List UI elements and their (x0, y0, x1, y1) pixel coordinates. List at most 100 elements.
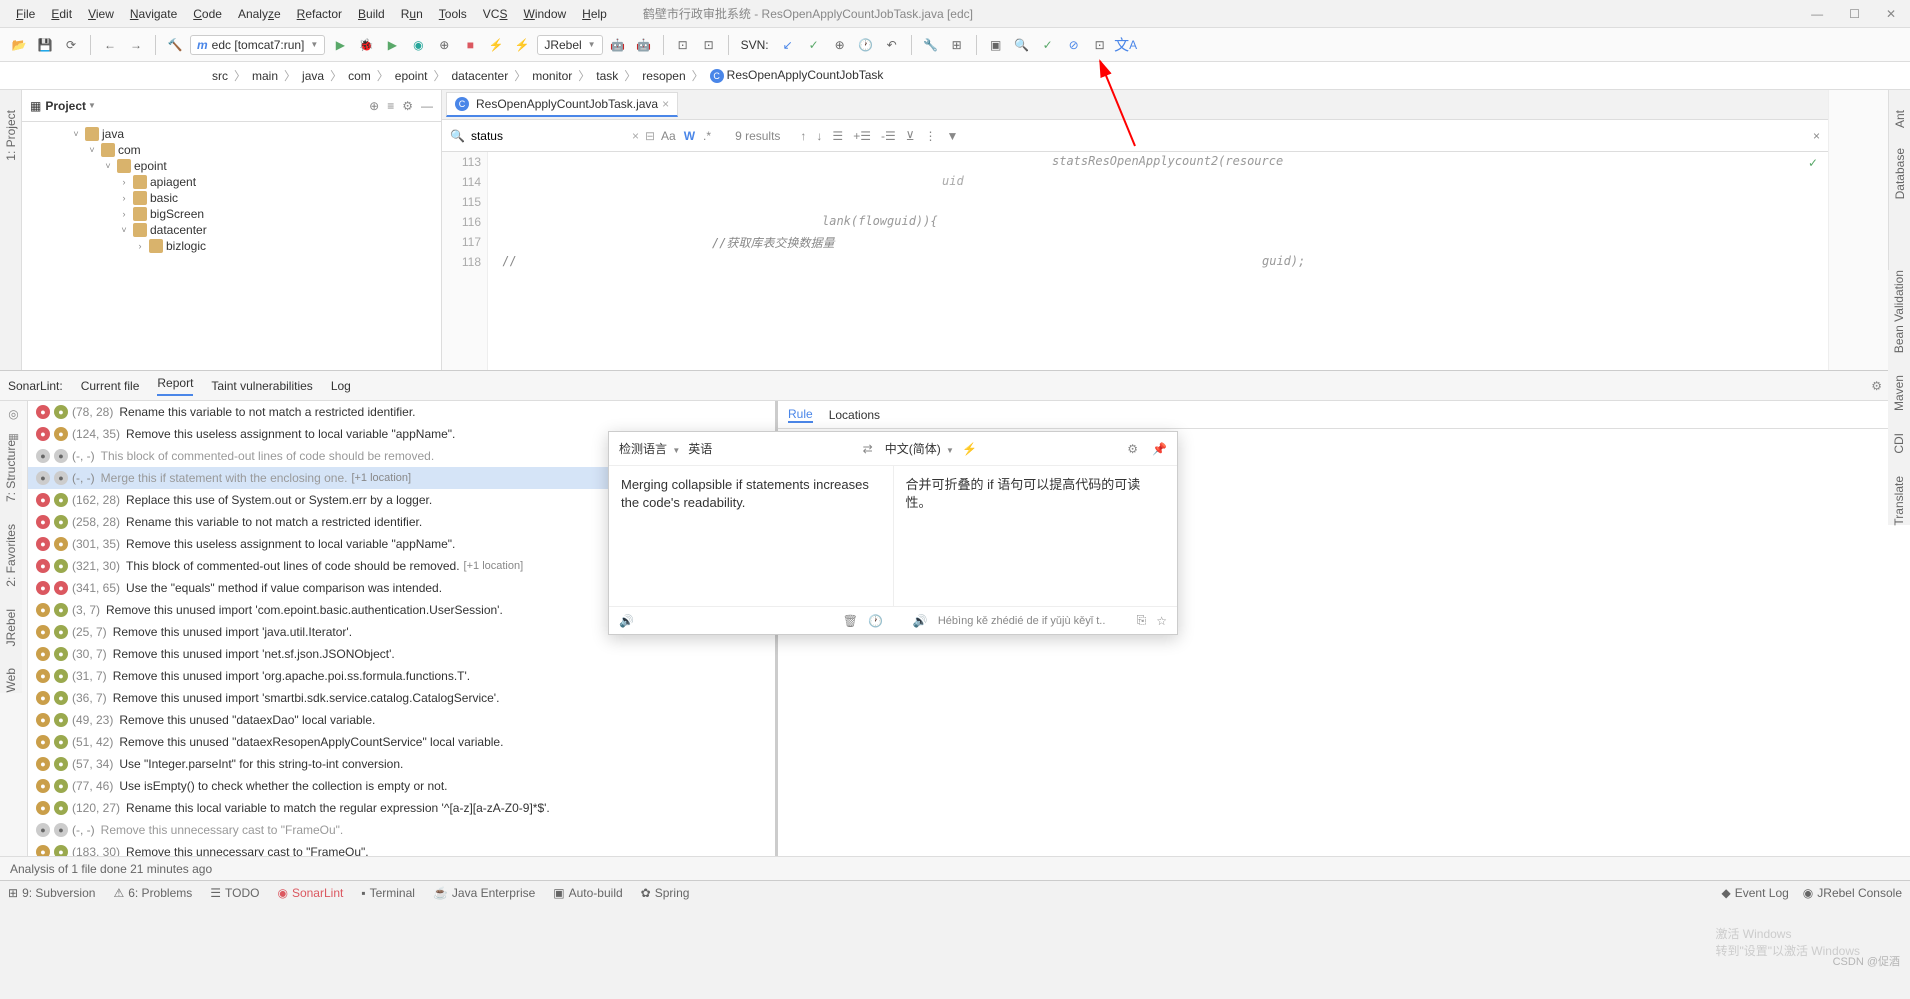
jrebel-selector[interactable]: JRebel ▼ (537, 35, 602, 55)
svn-log-icon[interactable]: 🕐 (855, 34, 877, 56)
menu-run[interactable]: Run (393, 3, 431, 25)
editor-code[interactable]: 113114115116117118 ✓ statsResOpenApplyco… (442, 152, 1828, 370)
menu-view[interactable]: View (80, 3, 122, 25)
speaker-dst-icon[interactable]: 🔊 (913, 614, 928, 628)
issue-row[interactable]: ●●(183, 30)Remove this unnecessary cast … (28, 841, 775, 856)
source-text[interactable]: Merging collapsible if statements increa… (609, 466, 894, 606)
clear-search-icon[interactable]: × (632, 129, 639, 143)
tree-item[interactable]: ›apiagent (22, 174, 441, 190)
hide-icon[interactable]: — (421, 99, 433, 113)
menu-vcs[interactable]: VCS (475, 3, 516, 25)
attach-icon[interactable]: ⊕ (433, 34, 455, 56)
tree-item[interactable]: ›basic (22, 190, 441, 206)
close-tab-icon[interactable]: × (662, 97, 669, 111)
breadcrumb-item[interactable]: datacenter (447, 69, 512, 83)
toolwindow-translate[interactable]: Translate (1892, 476, 1906, 526)
add-selection-icon[interactable]: +☰ (853, 129, 871, 143)
menu-code[interactable]: Code (185, 3, 230, 25)
bolt-icon[interactable]: ⚡ (962, 442, 977, 456)
profile-icon[interactable]: ◉ (407, 34, 429, 56)
issue-row[interactable]: ●●(57, 34)Use "Integer.parseInt" for thi… (28, 753, 775, 775)
speaker-src-icon[interactable]: 🔊 (619, 614, 634, 628)
tab-report[interactable]: Report (157, 376, 193, 396)
sb-sonarlint[interactable]: ◉ SonarLint (277, 886, 343, 900)
fullscreen-icon[interactable]: ▣ (985, 34, 1007, 56)
git1-icon[interactable]: 🤖 (607, 34, 629, 56)
sb-eventlog[interactable]: ◆ Event Log (1722, 886, 1789, 900)
more-icon[interactable]: ⋮ (925, 129, 937, 143)
deny-icon[interactable]: ⊘ (1063, 34, 1085, 56)
save-icon[interactable]: 💾 (34, 34, 56, 56)
editor-tab[interactable]: C ResOpenApplyCountJobTask.java × (446, 92, 678, 117)
gear-icon[interactable]: ⚙ (1127, 442, 1138, 456)
sb-subversion[interactable]: ⊞ 9: Subversion (8, 886, 95, 900)
breadcrumb-item[interactable]: resopen (638, 69, 689, 83)
build-icon[interactable]: 🔨 (164, 34, 186, 56)
copy-icon[interactable]: ⎘ (1137, 613, 1147, 628)
toolwindow-maven[interactable]: Maven (1892, 375, 1906, 411)
project-tree[interactable]: ˅java˅com˅epoint›apiagent›basic›bigScree… (22, 122, 441, 370)
issue-row[interactable]: ●●(36, 7)Remove this unused import 'smar… (28, 687, 775, 709)
menu-analyze[interactable]: Analyze (230, 3, 289, 25)
detect-lang-button[interactable]: 检测语言 ▼ (619, 440, 680, 457)
jrebel1-icon[interactable]: ⚡ (485, 34, 507, 56)
menu-navigate[interactable]: Navigate (122, 3, 185, 25)
close-search-icon[interactable]: × (1813, 129, 1820, 143)
toolwindow-ant[interactable]: Ant (1893, 110, 1907, 128)
sb-jrebel[interactable]: ◉ JRebel Console (1803, 886, 1902, 900)
breadcrumb-item[interactable]: CResOpenApplyCountJobTask (706, 68, 888, 83)
tree-item[interactable]: ›bizlogic (22, 238, 441, 254)
toolwindow-project[interactable]: 1: Project (4, 110, 18, 161)
debug-icon[interactable]: 🐞 (355, 34, 377, 56)
translate-icon[interactable]: 文A (1115, 34, 1137, 56)
issue-row[interactable]: ●●(120, 27)Rename this local variable to… (28, 797, 775, 819)
run-config-selector[interactable]: m edc [tomcat7:run] ▼ (190, 35, 325, 55)
issue-row[interactable]: ●●(49, 23)Remove this unused "dataexDao"… (28, 709, 775, 731)
changes-icon[interactable]: ⊡ (698, 34, 720, 56)
stop-icon[interactable]: ■ (459, 34, 481, 56)
svn-revert-icon[interactable]: ↶ (881, 34, 903, 56)
toolwindow-database[interactable]: Database (1893, 148, 1907, 199)
svn-history-icon[interactable]: ⊕ (829, 34, 851, 56)
breadcrumb-item[interactable]: com (344, 69, 375, 83)
pass-icon[interactable]: ✓ (1037, 34, 1059, 56)
refresh-icon[interactable]: ⟳ (60, 34, 82, 56)
menu-build[interactable]: Build (350, 3, 393, 25)
tree-item[interactable]: ›bigScreen (22, 206, 441, 222)
settings-icon[interactable]: ⚙ (402, 99, 413, 113)
rm-selection-icon[interactable]: -☰ (881, 129, 896, 143)
tree-item[interactable]: ˅epoint (22, 158, 441, 174)
svn-commit-icon[interactable]: ✓ (803, 34, 825, 56)
toolwindow-beanvalidation[interactable]: Bean Validation (1892, 270, 1906, 353)
search-history-icon[interactable]: ⊟ (645, 129, 655, 143)
back-icon[interactable]: ← (99, 34, 121, 56)
issue-row[interactable]: ●●(31, 7)Remove this unused import 'org.… (28, 665, 775, 687)
sb-autobuild[interactable]: ▣ Auto-build (553, 886, 622, 900)
sb-todo[interactable]: ☰ TODO (210, 886, 259, 900)
sb-terminal[interactable]: ▪ Terminal (361, 886, 415, 900)
svn-update-icon[interactable]: ↙ (777, 34, 799, 56)
breadcrumb-item[interactable]: task (592, 69, 622, 83)
delete-icon[interactable]: 🗑 (843, 614, 858, 628)
toolwindow-structure[interactable]: 7: Structure (4, 440, 18, 502)
words-icon[interactable]: W (684, 129, 695, 143)
jrebel2-icon[interactable]: ⚡ (511, 34, 533, 56)
menu-file[interactable]: File (8, 3, 43, 25)
tab-locations[interactable]: Locations (829, 408, 880, 422)
match-case-icon[interactable]: Aa (661, 129, 676, 143)
structure-icon[interactable]: ⊞ (946, 34, 968, 56)
star-icon[interactable]: ☆ (1156, 614, 1167, 628)
gear-icon[interactable]: ⚙ (1871, 379, 1882, 393)
issue-row[interactable]: ●●(30, 7)Remove this unused import 'net.… (28, 643, 775, 665)
breadcrumb-item[interactable]: src (208, 69, 232, 83)
toolwindow-jrebel[interactable]: JRebel (4, 609, 18, 646)
source-lang-button[interactable]: 英语 (688, 440, 712, 457)
menu-window[interactable]: Window (515, 3, 574, 25)
toolwindow-cdi[interactable]: CDI (1892, 433, 1906, 454)
issue-row[interactable]: ●●(51, 42)Remove this unused "dataexReso… (28, 731, 775, 753)
toolwindow-favorites[interactable]: 2: Favorites (4, 524, 18, 587)
coverage-icon[interactable]: ▶ (381, 34, 403, 56)
history-icon[interactable]: 🕐 (868, 614, 883, 628)
open-icon[interactable]: 📂 (8, 34, 30, 56)
git2-icon[interactable]: 🤖 (633, 34, 655, 56)
